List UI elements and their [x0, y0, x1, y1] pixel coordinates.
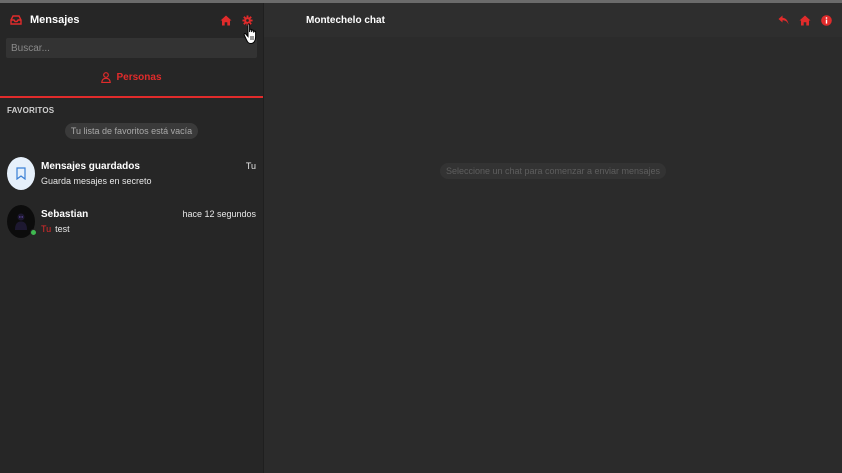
main-title: Montechelo chat [306, 14, 385, 26]
favorites-empty-wrap: Tu lista de favoritos está vacía [0, 123, 263, 139]
last-message-sender: Tu [41, 223, 52, 234]
chat-top: Sebastian hace 12 segundos [41, 209, 256, 220]
search-box [6, 38, 257, 58]
main-panel: Montechelo chat Seleccione un chat para … [264, 3, 842, 473]
main-header: Montechelo chat [264, 3, 842, 37]
reply-icon[interactable] [778, 15, 789, 25]
avatar [7, 204, 37, 238]
sidebar-title-wrap: Mensajes [10, 14, 220, 26]
chat-body: Sebastian hace 12 segundos Tu test [41, 209, 256, 234]
empty-chat-hint: Seleccione un chat para comenzar a envia… [439, 163, 667, 179]
tab-bar: Personas [0, 58, 263, 98]
sidebar-header: Mensajes [0, 3, 263, 37]
main-actions [778, 14, 832, 26]
search-input[interactable] [11, 42, 252, 54]
app: Mensajes Personas FAVORITOS [0, 3, 842, 473]
last-message-text: test [55, 223, 70, 234]
chat-name: Mensajes guardados [41, 160, 140, 172]
chat-body: Mensajes guardados Tu Guarda mesajes en … [41, 161, 256, 186]
chat-item-sebastian[interactable]: Sebastian hace 12 segundos Tu test [0, 197, 263, 245]
favorites-empty-message: Tu lista de favoritos está vacía [64, 123, 199, 139]
chat-item-saved-messages[interactable]: Mensajes guardados Tu Guarda mesajes en … [0, 149, 263, 197]
chat-time: Tu [245, 160, 256, 171]
chat-subtitle: Guarda mesajes en secreto [41, 175, 152, 186]
tab-personas-label: Personas [116, 71, 162, 83]
sidebar: Mensajes Personas FAVORITOS [0, 3, 264, 473]
home-icon[interactable] [799, 15, 811, 26]
online-status-dot [30, 228, 37, 236]
user-icon [101, 71, 112, 83]
inbox-icon [10, 15, 22, 25]
empty-chat-hint-wrap: Seleccione un chat para comenzar a envia… [264, 163, 842, 179]
sidebar-title: Mensajes [30, 14, 80, 26]
info-icon[interactable] [821, 14, 832, 26]
chat-name: Sebastian [41, 208, 89, 220]
home-icon[interactable] [220, 15, 232, 26]
hand-cursor-icon [243, 23, 259, 50]
chat-top: Mensajes guardados Tu [41, 161, 256, 172]
saved-messages-avatar [7, 156, 35, 190]
chat-time: hace 12 segundos [182, 208, 256, 219]
chat-last-message: Tu test [41, 224, 256, 234]
tab-personas[interactable]: Personas [101, 71, 162, 83]
user-silhouette-icon [15, 213, 27, 230]
bookmark-icon [16, 166, 26, 180]
favorites-title: FAVORITOS [7, 106, 55, 115]
